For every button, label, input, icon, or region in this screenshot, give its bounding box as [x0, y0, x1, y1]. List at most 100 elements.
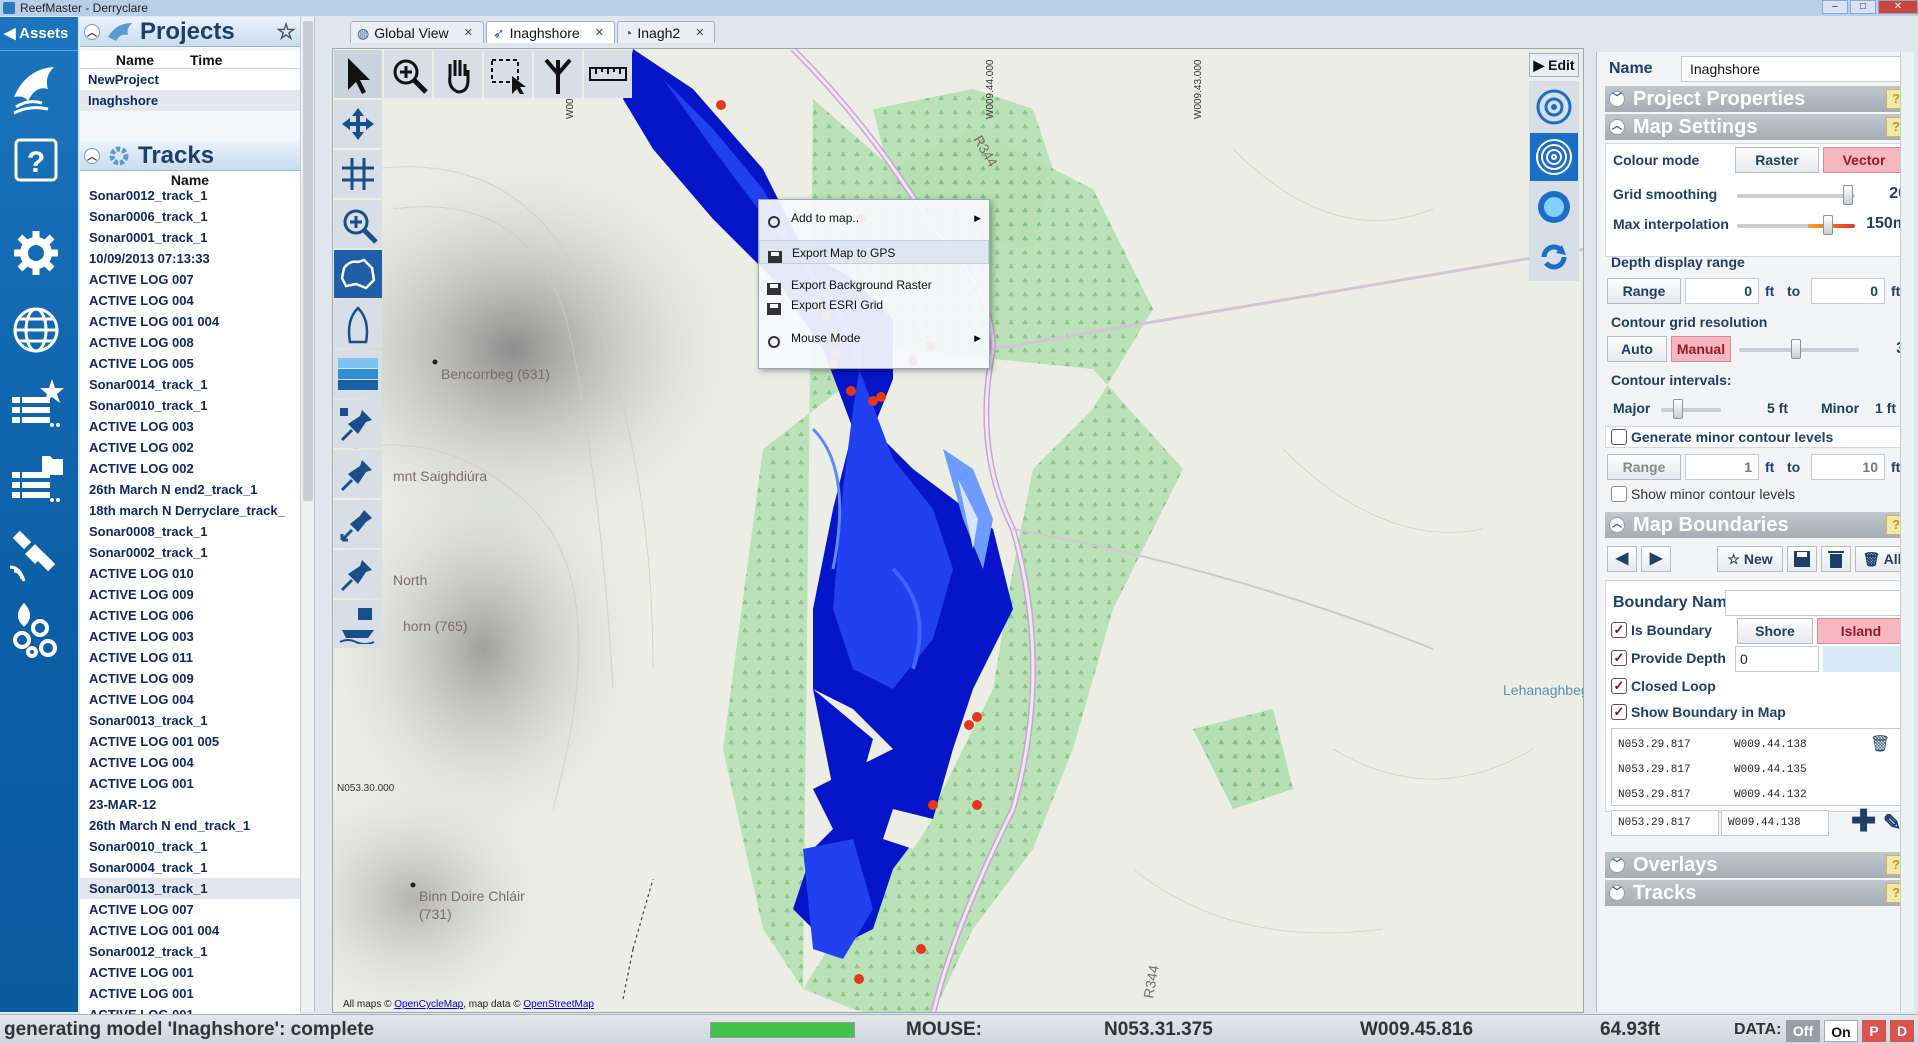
close-tab-icon[interactable]: ✕ [464, 22, 473, 44]
next-boundary-button[interactable]: ▶ [1641, 546, 1671, 572]
track-row[interactable]: ACTIVE LOG 003 [80, 626, 300, 647]
boat-dock-tool-icon[interactable] [334, 600, 382, 648]
track-row[interactable]: Sonar0012_track_1 [80, 941, 300, 962]
collapse-tracks-icon[interactable]: ︿ [84, 147, 100, 164]
scroll-thumb[interactable] [303, 21, 313, 501]
pin-lock-tool-icon[interactable] [334, 400, 382, 448]
close-tab-icon[interactable]: ✕ [595, 22, 604, 44]
boundary-name-input[interactable] [1725, 590, 1905, 616]
track-row[interactable]: ACTIVE LOG 004 [80, 689, 300, 710]
track-row[interactable]: Sonar0010_track_1 [80, 395, 300, 416]
prev-boundary-button[interactable]: ◀ [1607, 546, 1637, 572]
major-interval-thumb[interactable] [1673, 399, 1683, 419]
depth-to-input[interactable]: 0 [1811, 278, 1885, 304]
help-icon[interactable]: ? [8, 132, 64, 188]
provide-depth-input[interactable]: 0 [1735, 646, 1819, 672]
track-row[interactable]: Sonar0010_track_1 [80, 836, 300, 857]
lat-input[interactable]: N053.29.817 [1611, 810, 1719, 836]
project-properties-section[interactable]: ﹀ Project Properties? [1605, 86, 1909, 112]
contour-glow-icon[interactable] [1530, 183, 1578, 231]
assets-toggle[interactable]: ◀ Assets [0, 17, 78, 51]
new-boundary-button[interactable]: ☆ New [1717, 546, 1783, 572]
waypoints-icon[interactable] [8, 602, 64, 658]
australia-map-tool-icon[interactable] [334, 250, 382, 298]
maximize-button[interactable]: □ [1850, 0, 1876, 14]
show-minor-checkbox[interactable] [1611, 486, 1627, 502]
track-row[interactable]: ACTIVE LOG 009 [80, 668, 300, 689]
track-row[interactable]: ACTIVE LOG 002 [80, 437, 300, 458]
track-row[interactable]: ACTIVE LOG 007 [80, 269, 300, 290]
tab-inaghshore[interactable]: ➶ Inaghshore ✕ [485, 21, 615, 44]
depth-color-swatch[interactable] [1823, 646, 1905, 672]
save-boundary-button[interactable] [1787, 546, 1817, 572]
track-row[interactable]: ACTIVE LOG 004 [80, 290, 300, 311]
track-row[interactable]: Sonar0002_track_1 [80, 542, 300, 563]
auto-button[interactable]: Auto [1607, 336, 1667, 362]
depth-range-button[interactable]: Range [1607, 278, 1681, 304]
tab-global-view[interactable]: ◍ Global View ✕ [350, 21, 484, 43]
track-row[interactable]: ACTIVE LOG 001 [80, 962, 300, 983]
track-row[interactable]: 26th March N end_track_1 [80, 815, 300, 836]
menu-item-export-map-to-gps[interactable]: Export Map to GPS [759, 240, 989, 264]
satellite-icon[interactable] [8, 527, 64, 583]
col-name[interactable]: Name [80, 51, 190, 68]
pointer-tool-icon[interactable] [334, 50, 382, 98]
track-row[interactable]: ACTIVE LOG 001 [80, 773, 300, 794]
track-row[interactable]: ACTIVE LOG 005 [80, 353, 300, 374]
grid-smoothing-thumb[interactable] [1843, 185, 1853, 205]
generate-minor-checkbox[interactable] [1611, 429, 1627, 445]
project-row[interactable]: NewProject [80, 69, 300, 90]
close-tab-icon[interactable]: ✕ [695, 22, 704, 44]
boat-outline-tool-icon[interactable] [334, 300, 382, 348]
d-button[interactable]: D [1890, 1020, 1914, 1042]
favourites-list-icon[interactable] [8, 377, 64, 433]
contour-multi-icon[interactable] [1530, 133, 1578, 181]
col-time[interactable]: Time [190, 51, 230, 68]
minor-from-input[interactable]: 1 [1685, 454, 1759, 480]
max-interpolation-thumb[interactable] [1823, 215, 1833, 235]
max-interpolation-slider[interactable] [1737, 224, 1855, 228]
close-window-button[interactable]: ✕ [1878, 0, 1918, 14]
grid-tool-icon[interactable] [334, 150, 382, 198]
delete-boundary-button[interactable] [1821, 546, 1851, 572]
provide-depth-checkbox[interactable]: ✓ [1611, 650, 1627, 666]
contour-single-icon[interactable] [1530, 83, 1578, 131]
settings-icon[interactable] [8, 225, 64, 281]
data-on-button[interactable]: On [1824, 1020, 1858, 1042]
island-button[interactable]: Island [1817, 618, 1905, 644]
track-row[interactable]: ACTIVE LOG 007 [80, 899, 300, 920]
favourite-star-icon[interactable]: ☆ [276, 19, 296, 45]
menu-item-export-esri-grid[interactable]: Export ESRI Grid [759, 293, 989, 317]
grid-smoothing-slider[interactable] [1737, 194, 1855, 198]
track-row[interactable]: Sonar0014_track_1 [80, 374, 300, 395]
track-row[interactable]: Sonar0013_track_1 [80, 878, 300, 899]
pin-track-tool-icon[interactable] [334, 450, 382, 498]
lon-input[interactable]: W009.44.138 [1721, 810, 1829, 836]
opencyclemap-link[interactable]: OpenCycleMap [394, 999, 463, 1010]
p-button[interactable]: P [1862, 1020, 1886, 1042]
tab-inagh2[interactable]: ◔ Inagh2 ✕ [616, 21, 716, 44]
map-settings-section[interactable]: ︿ Map Settings? [1605, 114, 1909, 140]
track-row[interactable]: ACTIVE LOG 001 [80, 983, 300, 1004]
map-canvas[interactable]: ♣ W009.45.000 W009.44.000 W009.43.000 [333, 49, 1584, 1013]
track-row[interactable]: ACTIVE LOG 001 004 [80, 920, 300, 941]
coord-row[interactable]: N053.29.817 W009.44.135 [1618, 760, 1888, 780]
tracks-section[interactable]: ﹀ Tracks? [1605, 880, 1909, 906]
track-row[interactable]: Sonar0012_track_1 [80, 185, 300, 206]
pan-hand-tool-icon[interactable] [434, 50, 482, 98]
overlays-section[interactable]: ﹀ Overlays? [1605, 852, 1909, 878]
menu-item-add-to-map[interactable]: Add to map.. ▶ [759, 206, 989, 230]
select-rectangle-tool-icon[interactable] [484, 50, 532, 98]
track-row[interactable]: ACTIVE LOG 002 [80, 458, 300, 479]
water-layers-tool-icon[interactable] [334, 350, 382, 398]
edit-point-icon[interactable]: ✎ [1883, 810, 1901, 836]
track-row[interactable]: ACTIVE LOG 008 [80, 332, 300, 353]
move-tool-icon[interactable] [334, 100, 382, 148]
ruler-tool-icon[interactable] [584, 50, 632, 98]
manual-button[interactable]: Manual [1671, 336, 1731, 362]
shore-button[interactable]: Shore [1737, 618, 1813, 644]
track-row[interactable]: Sonar0008_track_1 [80, 521, 300, 542]
data-off-button[interactable]: Off [1786, 1020, 1820, 1042]
track-row[interactable]: Sonar0001_track_1 [80, 227, 300, 248]
pin-resize-tool-icon[interactable] [334, 500, 382, 548]
